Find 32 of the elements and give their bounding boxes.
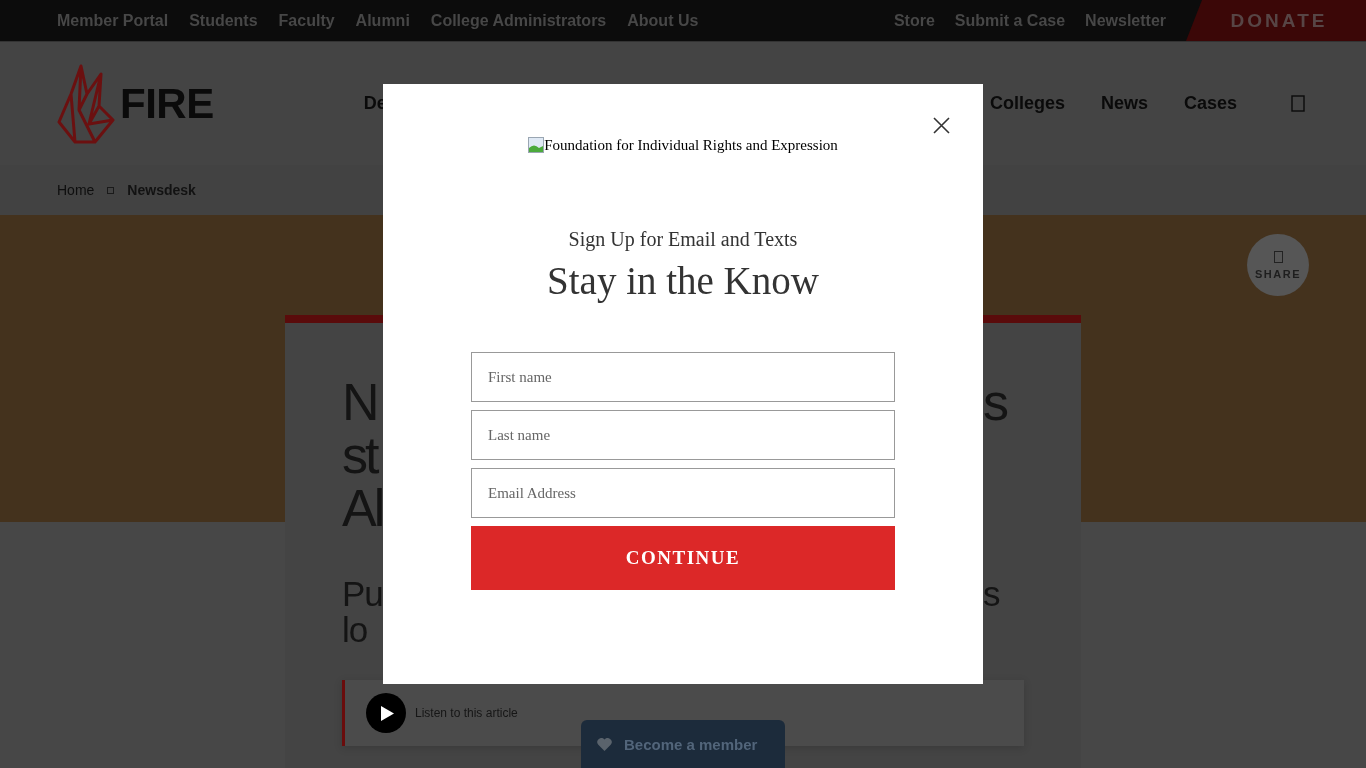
donate-button[interactable]: DONATE [1186,0,1366,41]
input-field[interactable]: First name [471,352,895,402]
top-nav-link[interactable]: About Us [627,11,699,30]
logo-alt-text: Foundation for Individual Rights and Expression [544,136,838,154]
top-nav-link[interactable]: Member Portal [57,11,169,30]
top-nav-link[interactable]: Faculty [278,11,335,30]
top-nav-link[interactable]: Alumni [355,11,410,30]
main-nav-link[interactable]: News [1100,93,1148,114]
logo-text: FIRE [120,79,214,128]
continue-button[interactable]: CONTINUE [471,526,895,590]
top-nav-link[interactable]: Submit a Case [954,11,1066,30]
top-nav-link[interactable]: Students [189,11,258,30]
input-field[interactable]: Last name [471,410,895,460]
input-field[interactable]: Email Address [471,468,895,518]
close-icon [933,117,950,134]
dialog-title: Stay in the Know [547,258,819,304]
dialog-subtitle: Sign Up for Email and Texts [568,229,798,249]
play-icon [381,705,394,721]
member-button[interactable]: Become a member [581,720,785,768]
top-nav-link[interactable]: Store [893,11,935,30]
separator-glyph-icon [107,186,115,194]
top-nav-link[interactable]: Newsletter [1085,11,1166,30]
top-nav-link[interactable]: College Administrators [430,11,607,30]
heart-icon [597,737,612,751]
play-button[interactable] [366,693,406,733]
flame-outline-icon [57,63,115,144]
broken-image-icon [528,137,545,153]
main-nav-link[interactable]: Cases [1183,93,1237,114]
missing-glyph-icon [1273,250,1283,263]
share-button[interactable]: SHARE [1247,234,1309,296]
close-button[interactable] [931,115,952,136]
main-nav-link[interactable]: Colleges [989,93,1065,114]
